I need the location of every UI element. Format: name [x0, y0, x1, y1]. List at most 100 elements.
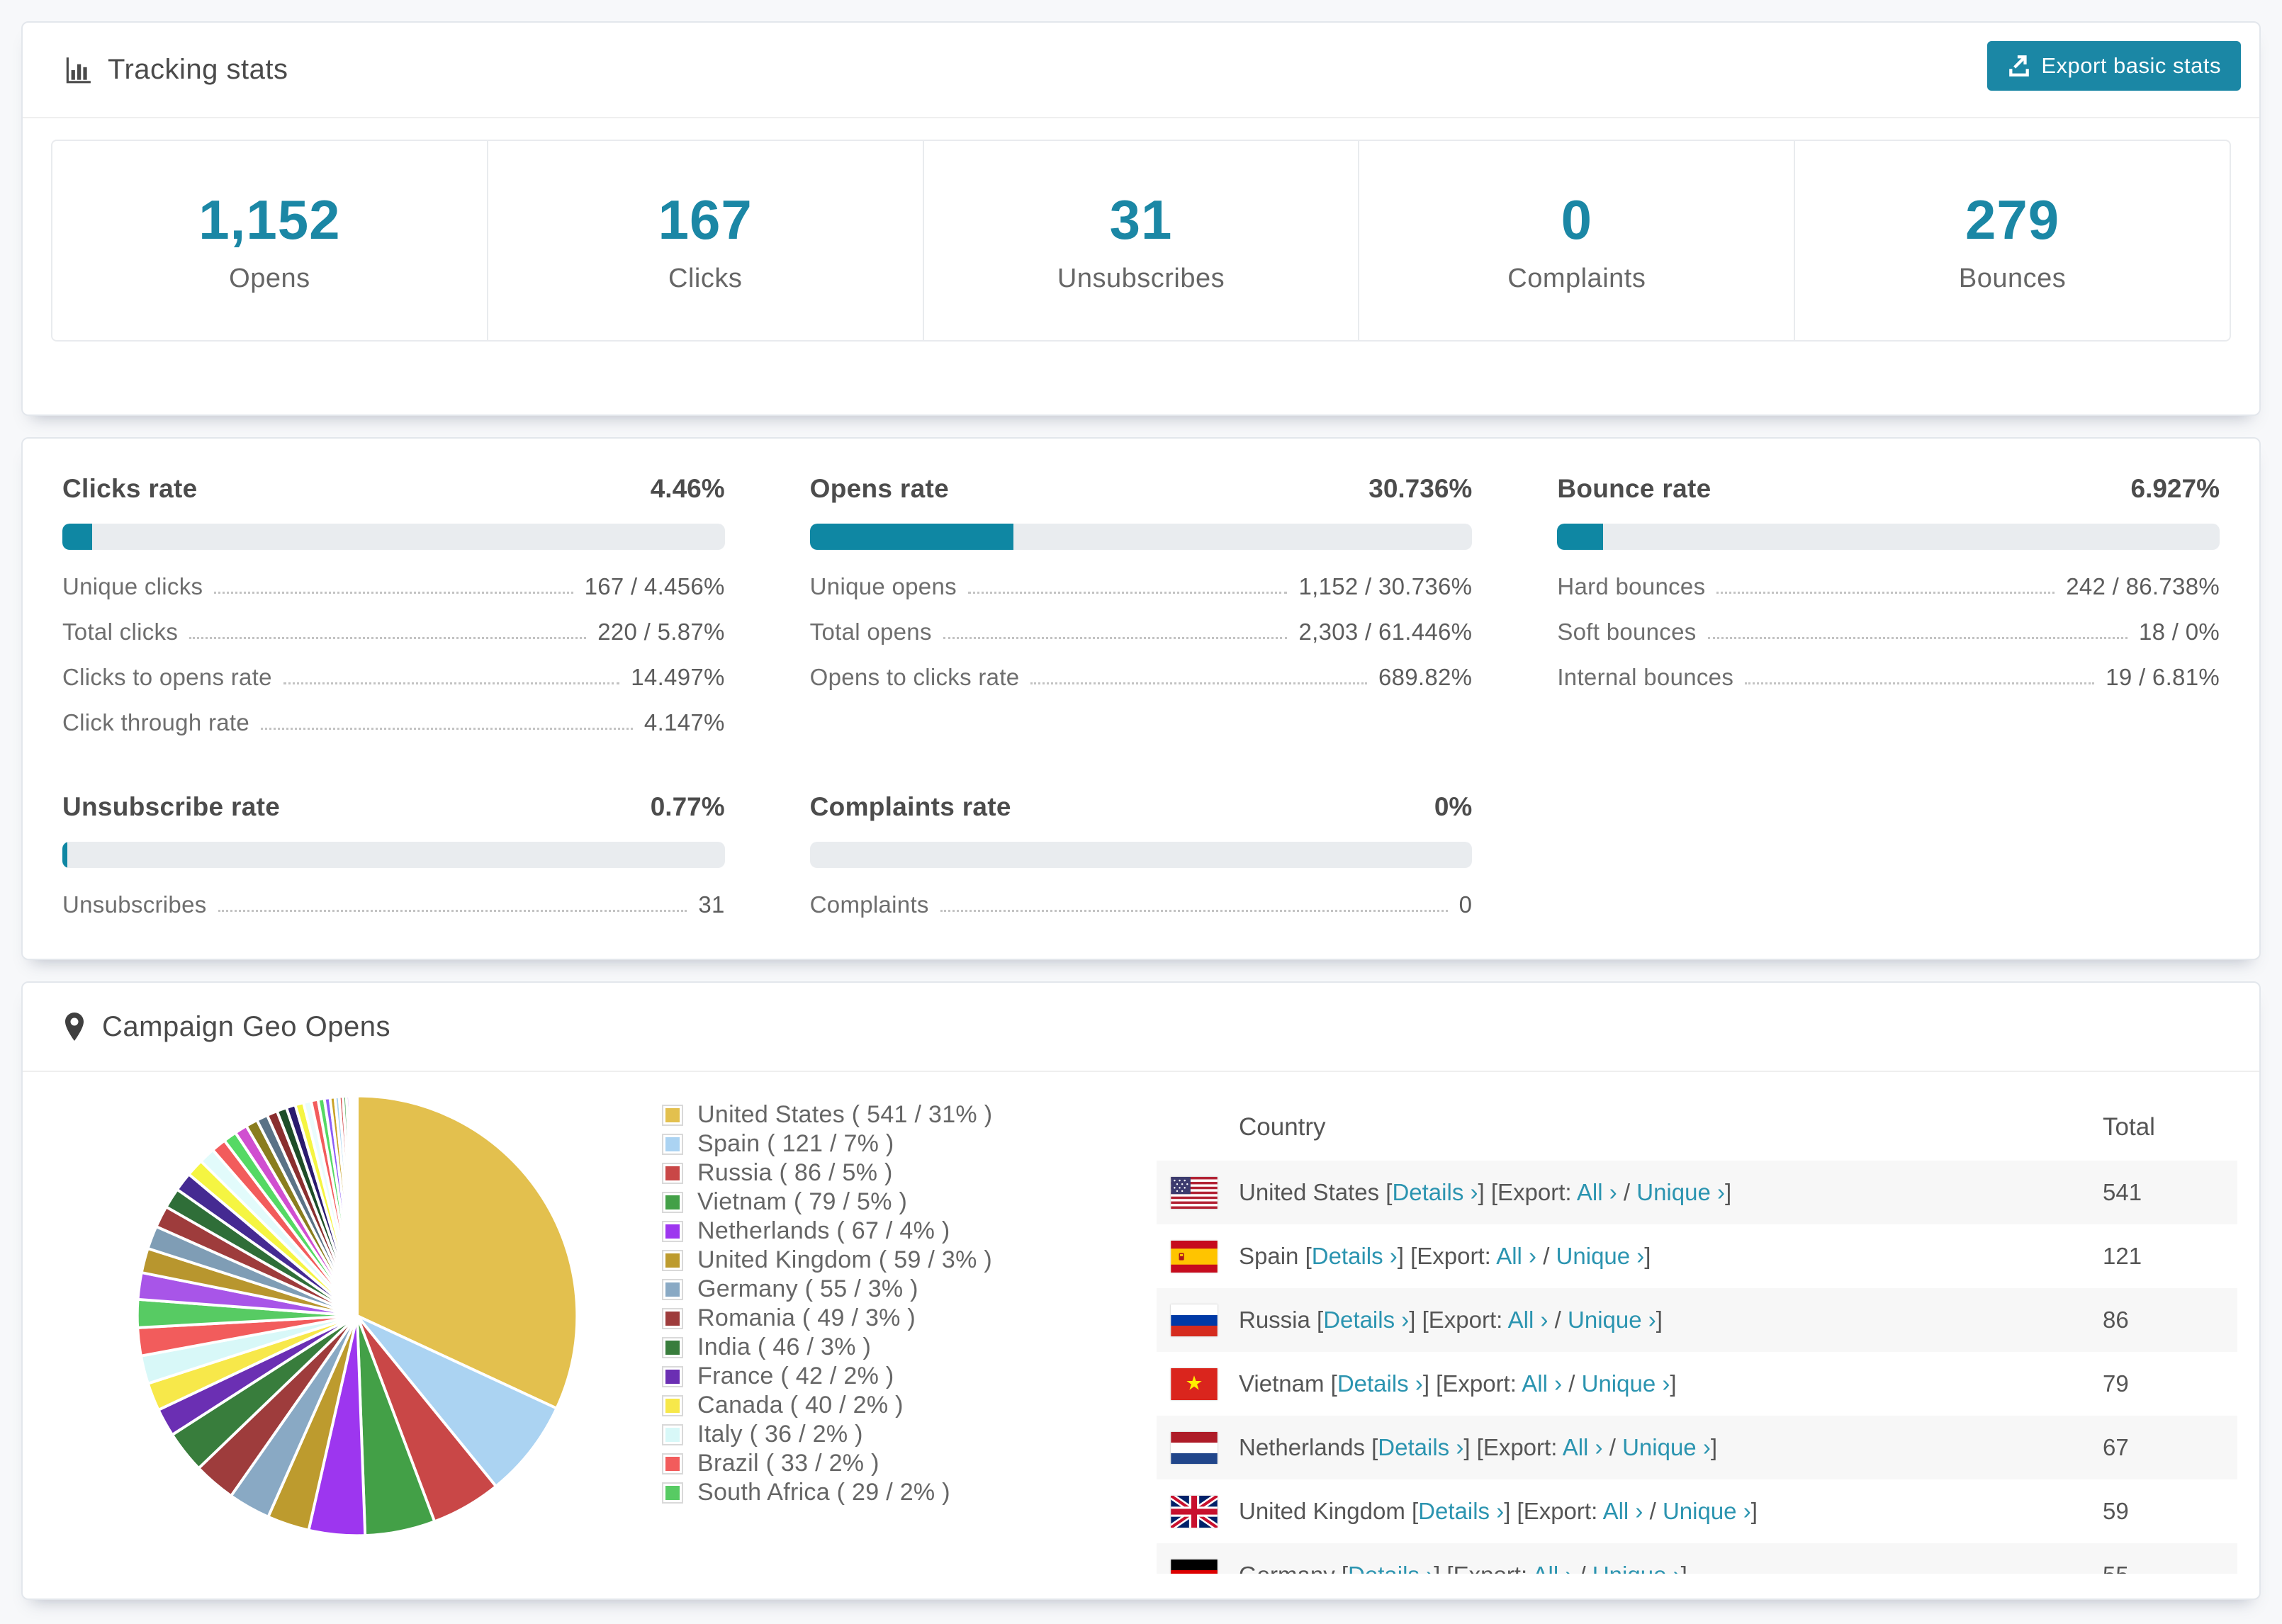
geo-card: Campaign Geo Opens United States ( 541 /… — [21, 981, 2261, 1600]
geo-title: Campaign Geo Opens — [102, 1010, 391, 1042]
rate-value: 0% — [1434, 792, 1473, 821]
rates-grid: Clicks rate 4.46% Unique clicks 167 / 4.456… — [62, 474, 2220, 927]
country-total: 121 — [2103, 1243, 2142, 1269]
pie-slice — [354, 1094, 359, 1317]
legend-label: United States ( 541 / 31% ) — [697, 1101, 993, 1128]
rate-header: Opens rate 30.736% — [810, 474, 1473, 504]
rate-block: Bounce rate 6.927% Hard bounces 242 / 86.73… — [1557, 474, 2220, 745]
rate-row: Total clicks 220 / 5.87% — [62, 609, 725, 655]
country-total: 55 — [2103, 1562, 2237, 1574]
rate-title: Complaints rate — [809, 792, 1011, 821]
rate-row-label: Opens to clicks rate — [809, 664, 1020, 690]
flag-us-icon — [1171, 1176, 1218, 1209]
summary-stat-value: 31 — [1109, 188, 1173, 251]
export-all-link[interactable]: All › — [1577, 1179, 1617, 1205]
summary-stat-label: Bounces — [1958, 263, 2067, 293]
summary-stat: 31 Unsubscribes — [924, 141, 1360, 340]
table-row: Russia [Details ›] [Export: All › / Uniq… — [1157, 1288, 2237, 1352]
rate-rows: Unsubscribes 31 — [62, 882, 725, 927]
rate-row-value: 4.147% — [643, 709, 725, 735]
dotted-leader — [1707, 637, 2128, 639]
summary-stat-label: Complaints — [1507, 263, 1646, 293]
export-all-link[interactable]: All › — [1496, 1243, 1536, 1269]
rate-title: Unsubscribe rate — [62, 792, 281, 821]
export-all-link[interactable]: All › — [1508, 1307, 1548, 1333]
legend-item: India ( 46 / 3% ) — [661, 1333, 992, 1362]
export-all-link[interactable]: All › — [1532, 1562, 1573, 1574]
legend-swatch — [663, 1134, 682, 1154]
flag-es-icon — [1171, 1240, 1218, 1273]
rate-progress-fill — [62, 842, 68, 868]
export-unique-link[interactable]: Unique › — [1568, 1307, 1656, 1333]
summary-stat: 167 Clicks — [488, 141, 924, 340]
export-basic-stats-button[interactable]: Export basic stats — [1987, 41, 2241, 91]
legend-label: Netherlands ( 67 / 4% ) — [697, 1217, 950, 1244]
legend-label: Italy ( 36 / 2% ) — [697, 1421, 863, 1448]
legend-swatch — [663, 1163, 682, 1183]
country-links: Vietnam [Details ›] [Export: All › / Uni… — [1239, 1370, 1677, 1397]
legend-swatch — [663, 1251, 682, 1270]
rate-row: Clicks to opens rate 14.497% — [62, 655, 725, 700]
export-unique-link[interactable]: Unique › — [1556, 1243, 1645, 1269]
legend-swatch — [663, 1367, 682, 1386]
country-cell: Germany [Details ›] [Export: All › / Uni… — [1157, 1559, 2103, 1574]
flag-de-icon — [1171, 1559, 1218, 1574]
geo-table: Country Total United States [Details ›] … — [1157, 1093, 2237, 1574]
legend-item: Spain ( 121 / 7% ) — [661, 1129, 992, 1158]
flag-vn-icon — [1171, 1368, 1218, 1400]
rate-value: 6.927% — [2130, 474, 2220, 503]
rate-progress-track — [809, 842, 1473, 868]
summary-stat-value: 167 — [658, 188, 753, 251]
export-button-label: Export basic stats — [2041, 53, 2221, 78]
export-all-link[interactable]: All › — [1563, 1434, 1603, 1460]
details-link[interactable]: Details › — [1418, 1498, 1504, 1524]
legend-label: Spain ( 121 / 7% ) — [697, 1130, 894, 1157]
rate-header: Clicks rate 4.46% — [62, 474, 725, 504]
rate-row-value: 220 / 5.87% — [597, 619, 725, 645]
rate-row: Opens to clicks rate 689.82% — [810, 655, 1473, 700]
export-unique-link[interactable]: Unique › — [1622, 1434, 1711, 1460]
rate-header: Complaints rate 0% — [810, 792, 1473, 822]
details-link[interactable]: Details › — [1378, 1434, 1463, 1460]
export-all-link[interactable]: All › — [1522, 1370, 1562, 1397]
country-total: 59 — [2103, 1498, 2129, 1524]
export-all-link[interactable]: All › — [1603, 1498, 1643, 1524]
legend-item: Romania ( 49 / 3% ) — [661, 1304, 992, 1333]
legend-label: Russia ( 86 / 5% ) — [697, 1159, 893, 1186]
rate-row: Soft bounces 18 / 0% — [1557, 609, 2220, 655]
export-unique-link[interactable]: Unique › — [1663, 1498, 1751, 1524]
rate-row-value: 14.497% — [631, 664, 725, 690]
export-unique-link[interactable]: Unique › — [1592, 1562, 1681, 1574]
legend-item: Netherlands ( 67 / 4% ) — [661, 1217, 992, 1246]
geo-body: United States ( 541 / 31% ) Spain ( 121 /… — [23, 1072, 2259, 1598]
dotted-leader — [189, 637, 587, 639]
country-cell: Russia [Details ›] [Export: All › / Uniq… — [1157, 1304, 2103, 1336]
export-unique-link[interactable]: Unique › — [1636, 1179, 1725, 1205]
export-icon — [2007, 54, 2031, 78]
details-link[interactable]: Details › — [1392, 1179, 1478, 1205]
flag-nl-icon — [1171, 1431, 1218, 1464]
legend-swatch — [663, 1454, 682, 1473]
rate-header: Unsubscribe rate 0.77% — [62, 792, 725, 822]
country-links: Spain [Details ›] [Export: All › / Uniqu… — [1239, 1243, 1651, 1269]
rate-row-label: Unsubscribes — [62, 891, 207, 918]
country-total: 541 — [2103, 1179, 2142, 1205]
rate-row-label: Hard bounces — [1557, 573, 1706, 599]
details-link[interactable]: Details › — [1337, 1370, 1423, 1397]
legend-swatch — [663, 1338, 682, 1357]
rate-row-label: Internal bounces — [1557, 664, 1734, 690]
export-unique-link[interactable]: Unique › — [1582, 1370, 1670, 1397]
details-link[interactable]: Details › — [1312, 1243, 1398, 1269]
summary-stat-label: Opens — [229, 263, 310, 293]
rate-block: Unsubscribe rate 0.77% Unsubscribes 31 — [62, 792, 725, 927]
rate-progress-fill — [809, 524, 1013, 550]
legend-swatch — [663, 1105, 682, 1124]
details-link[interactable]: Details › — [1323, 1307, 1409, 1333]
country-links: Netherlands [Details ›] [Export: All › /… — [1239, 1434, 1717, 1460]
legend-swatch — [663, 1222, 682, 1241]
country-name: Vietnam — [1239, 1370, 1331, 1397]
details-link[interactable]: Details › — [1348, 1562, 1434, 1574]
legend-label: South Africa ( 29 / 2% ) — [697, 1479, 950, 1506]
geo-header: Campaign Geo Opens — [23, 983, 2259, 1072]
legend-label: India ( 46 / 3% ) — [697, 1333, 872, 1360]
